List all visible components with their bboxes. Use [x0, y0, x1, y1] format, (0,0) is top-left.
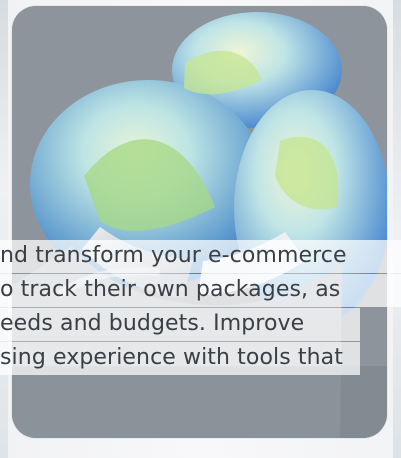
hero-copy: nd transform your e-commerce o track the… [0, 234, 401, 406]
hero-copy-line-1: nd transform your e-commerce [0, 240, 401, 273]
hero-copy-line-3: eeds and budgets. Improve [0, 308, 360, 341]
hero-copy-line-2: o track their own packages, as [0, 274, 401, 307]
screen-frame: nd transform your e-commerce o track the… [0, 0, 401, 458]
hero-copy-line-4: sing experience with tools that [0, 342, 360, 375]
